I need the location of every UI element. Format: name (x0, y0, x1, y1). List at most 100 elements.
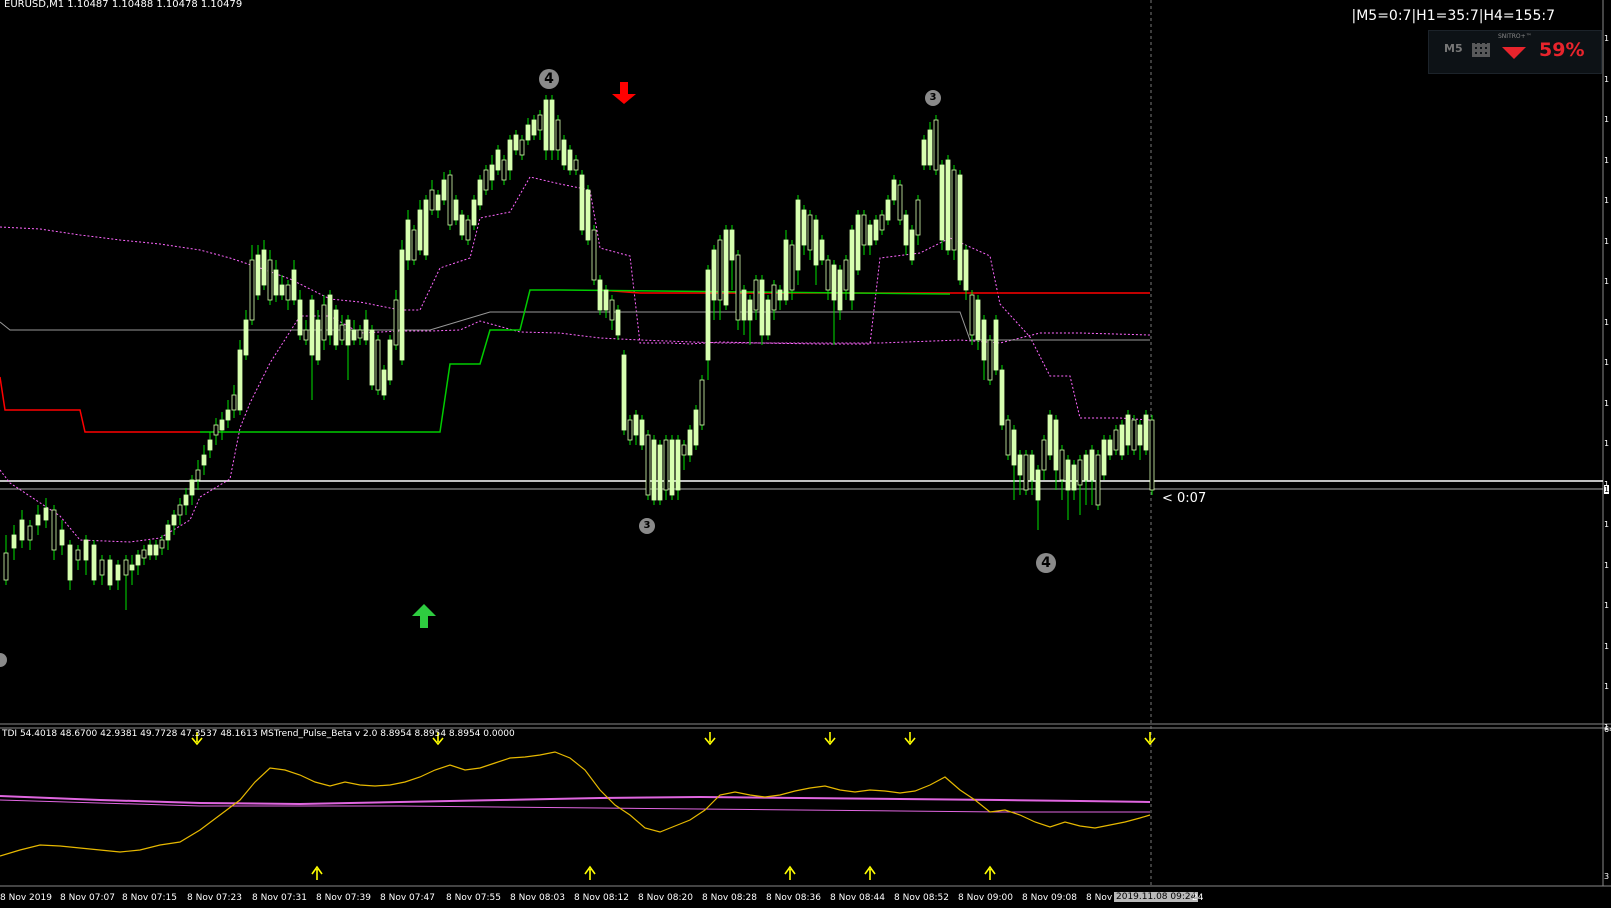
candle (327, 290, 333, 345)
time-axis-label: 8 Nov 08:28 (702, 893, 757, 903)
candle (771, 280, 777, 320)
candle-body (51, 509, 57, 551)
yellow-up-arrow-icon (864, 865, 876, 880)
candle (807, 210, 813, 260)
candle-body (165, 524, 171, 541)
candle-body (183, 494, 189, 506)
candle (141, 545, 147, 565)
candle (1119, 420, 1125, 460)
price-axis-tick: 1 (1604, 560, 1610, 570)
candle-body (465, 219, 471, 241)
candle (975, 295, 981, 350)
candle (423, 195, 429, 260)
candle (441, 172, 447, 205)
candle (579, 170, 585, 235)
candle (1065, 455, 1071, 520)
candle-body (543, 99, 549, 151)
candle-body (83, 539, 89, 561)
candle (381, 365, 387, 400)
candle-body (987, 339, 993, 381)
candle-body (123, 559, 129, 576)
candle-body (825, 259, 831, 291)
candle-body (789, 244, 795, 291)
candle-body (339, 324, 345, 341)
candle-body (861, 214, 867, 246)
candle (1005, 415, 1011, 460)
candle-body (1035, 469, 1041, 501)
candle-body (681, 444, 687, 456)
candle (375, 335, 381, 395)
candle-body (615, 309, 621, 336)
candle-body (1047, 414, 1053, 456)
candle-body (411, 229, 417, 261)
crosshair-time-label: 2019.11.08 09:24 (1114, 892, 1199, 902)
candle-body (453, 199, 459, 221)
candle-body (1011, 429, 1017, 466)
candle-body (423, 199, 429, 256)
candle-body (441, 179, 447, 201)
price-chart[interactable] (0, 0, 1611, 908)
candle (945, 155, 951, 255)
candle (1149, 415, 1155, 495)
candle-body (1005, 419, 1011, 456)
candle (177, 498, 183, 525)
candle (735, 250, 741, 330)
candle-body (201, 454, 207, 466)
candle-body (621, 354, 627, 431)
candle-body (687, 429, 693, 456)
candle-body (603, 289, 609, 311)
yellow-down-arrow-icon (1144, 732, 1156, 746)
candle-body (297, 299, 303, 336)
time-axis-label: 8 Nov 07:47 (380, 893, 435, 903)
candle-body (141, 549, 147, 559)
candle-body (351, 329, 357, 341)
time-axis-label: 8 Nov 07:55 (446, 893, 501, 903)
candle-body (477, 179, 483, 206)
candle-body (219, 419, 225, 431)
candle (567, 145, 573, 175)
candle (107, 555, 113, 590)
candle-body (747, 299, 753, 321)
candle-body (171, 514, 177, 526)
candle (35, 505, 41, 535)
nitro-signal-widget[interactable]: M5 SNITRO+™ 59% (1428, 30, 1602, 74)
candle (393, 290, 399, 350)
price-axis-tick: 1 (1604, 520, 1610, 529)
candle-body (309, 299, 315, 356)
red-trend-line (0, 376, 200, 433)
candle (225, 400, 231, 428)
candle-body (735, 254, 741, 321)
candle-body (363, 319, 369, 341)
candle (99, 555, 105, 585)
price-axis-tick: 1 (1604, 115, 1610, 124)
candle-body (645, 434, 651, 496)
candle (609, 295, 615, 330)
timeframe-countdown-panel: |M5=0:7|H1=35:7|H4=155:7 (1351, 8, 1555, 24)
candle-body (285, 284, 291, 301)
candle-body (237, 349, 243, 411)
candle-body (963, 249, 969, 291)
candle-body (561, 139, 567, 166)
candle (261, 240, 267, 290)
candle-body (321, 304, 327, 341)
price-axis-tick: 1 (1604, 439, 1610, 448)
candle-body (711, 249, 717, 301)
candle (777, 285, 783, 310)
price-axis-tick: 1 (1604, 34, 1610, 43)
candle-body (1131, 419, 1137, 451)
candle (333, 305, 339, 350)
candle (477, 175, 483, 210)
candle-body (993, 319, 999, 371)
candle-body (885, 199, 891, 221)
candle (759, 275, 765, 345)
candle-body (11, 534, 17, 549)
candle-body (243, 319, 249, 356)
candle (405, 210, 411, 270)
candle (369, 325, 375, 390)
candle (237, 340, 243, 415)
price-axis-tick: 1 (1604, 398, 1610, 408)
buy-arrow-icon (412, 604, 436, 628)
candle-body (75, 549, 81, 561)
candle-body (59, 529, 65, 546)
time-axis-label: 8 Nov 07:31 (252, 893, 307, 903)
